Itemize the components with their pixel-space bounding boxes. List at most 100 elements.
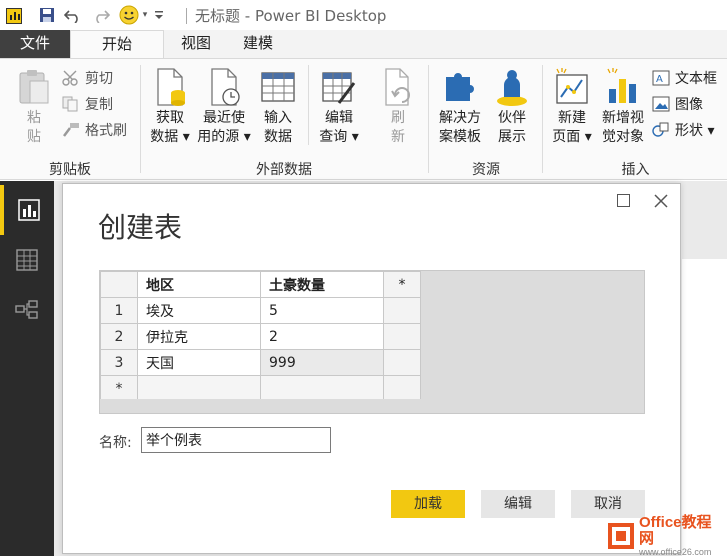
get-data-icon [152,67,188,107]
column-header-region[interactable]: 地区 [137,271,261,298]
customize-toolbar-icon[interactable] [152,5,166,25]
close-icon[interactable] [652,192,670,210]
group-label-clipboard: 剪贴板 [49,162,91,178]
watermark-url: www.office26.com [639,547,712,556]
table-name-input[interactable] [141,427,331,453]
recent-sources-button[interactable]: 最近使 用的源 ▾ [196,67,252,147]
text-box-icon: A [652,70,670,86]
title-separator [186,8,187,24]
grid-scrollbar-area [100,399,644,413]
enter-data-button[interactable]: 输入 数据 [256,67,300,147]
solution-templates-button[interactable]: 解决方 案模板 [432,67,488,147]
ribbon-tabs: 文件 开始 视图 建模 [0,30,727,58]
image-button[interactable]: 图像 [652,93,703,115]
group-separator [428,65,429,173]
new-visual-button[interactable]: 新增视 觉对象 [598,67,648,147]
shapes-button[interactable]: 形状 ▾ [652,119,714,141]
title-bar: ▾ 无标题 - Power BI Desktop [0,0,727,30]
office-logo-icon [608,523,634,549]
copy-button[interactable]: 复制 [62,93,113,115]
window-title: 无标题 - Power BI Desktop [195,7,387,25]
text-box-button[interactable]: A 文本框 [652,67,717,89]
group-separator [140,65,141,173]
tab-modeling[interactable]: 建模 [228,30,288,58]
format-painter-button[interactable]: 格式刷 [62,119,127,141]
get-data-button[interactable]: 获取 数据 ▾ [148,67,192,147]
cut-button[interactable]: 剪切 [62,67,113,89]
tab-view[interactable]: 视图 [164,30,228,58]
smiley-dropdown-icon[interactable]: ▾ [140,5,150,25]
watermark-title: Office教程网 [639,514,712,547]
recent-sources-icon [206,67,242,107]
table-grid-icon [260,67,296,107]
smiley-feedback-icon[interactable] [116,5,142,25]
refresh-icon [380,67,416,107]
partner-showcase-button[interactable]: 伙伴 展示 [490,67,534,147]
tab-file[interactable]: 文件 [0,30,70,58]
row-header[interactable]: 2 [100,323,138,350]
table-cell[interactable]: 埃及 [137,297,261,324]
add-row-marker[interactable]: * [100,375,138,402]
group-separator [308,65,309,145]
empty-column-cell [383,349,421,376]
edit-queries-button[interactable]: 编辑 查询 ▾ [316,67,362,147]
table-header-row: 地区 土豪数量 * [100,271,421,298]
dialog-title: 创建表 [98,211,183,244]
undo-icon[interactable] [62,5,84,25]
person-spotlight-icon [494,67,530,107]
canvas-page [682,259,727,556]
maximize-icon[interactable] [617,194,630,207]
data-view-icon[interactable] [0,235,54,285]
copy-icon [62,96,80,112]
new-row: * [100,375,421,402]
paste-button[interactable]: 粘 贴 [14,67,54,147]
table-cell[interactable]: 5 [260,297,384,324]
load-button[interactable]: 加载 [391,490,465,518]
group-label-external-data: 外部数据 [256,162,312,178]
table-cell[interactable]: 伊拉克 [137,323,261,350]
empty-column-cell [383,297,421,324]
new-row-cell[interactable] [137,375,261,402]
row-header[interactable]: 3 [100,349,138,376]
add-column-button[interactable]: * [383,271,421,298]
view-switcher-nav [0,181,54,556]
group-separator [542,65,543,173]
table-cell[interactable]: 天国 [137,349,261,376]
selected-table-cell[interactable]: 999 [260,349,384,376]
grid-corner-cell [100,271,138,298]
ribbon: 粘 贴 剪切 复制 格式刷 剪贴板 获取 数据 ▾ 最近使 用的源 ▾ 输入 数… [0,58,727,180]
column-header-count[interactable]: 土豪数量 [260,271,384,298]
scissors-icon [62,70,80,86]
bar-chart-icon [605,67,641,107]
watermark: Office教程网 www.office26.com [608,514,726,556]
shapes-icon [652,122,670,138]
relationships-view-icon[interactable] [0,285,54,335]
table-row: 1 埃及 5 [100,297,421,324]
cancel-button[interactable]: 取消 [571,490,645,518]
empty-column-cell [383,323,421,350]
svg-text:A: A [656,74,663,85]
create-table-dialog: 创建表 地区 土豪数量 * 1 埃及 5 2 伊拉克 2 3 天国 999 * … [62,183,681,554]
refresh-button[interactable]: 刷 新 [378,67,418,147]
puzzle-piece-icon [442,67,478,107]
new-row-cell[interactable] [260,375,384,402]
powerbi-app-icon[interactable] [6,8,22,24]
report-view-icon[interactable] [0,185,54,235]
paintbrush-icon [62,122,80,138]
image-icon [652,96,670,112]
tab-home[interactable]: 开始 [70,30,164,58]
new-page-chart-icon [554,67,590,107]
new-page-button[interactable]: 新建 页面 ▾ [548,67,596,147]
save-icon[interactable] [36,5,58,25]
clipboard-icon [16,67,52,107]
redo-icon[interactable] [90,5,112,25]
name-label: 名称: [99,435,132,451]
group-label-insert: 插入 [621,162,650,178]
table-row: 2 伊拉克 2 [100,323,421,350]
table-cell[interactable]: 2 [260,323,384,350]
edit-button[interactable]: 编辑 [481,490,555,518]
group-label-resources: 资源 [472,162,500,178]
table-row: 3 天国 999 [100,349,421,376]
edit-queries-icon [321,67,357,107]
row-header[interactable]: 1 [100,297,138,324]
